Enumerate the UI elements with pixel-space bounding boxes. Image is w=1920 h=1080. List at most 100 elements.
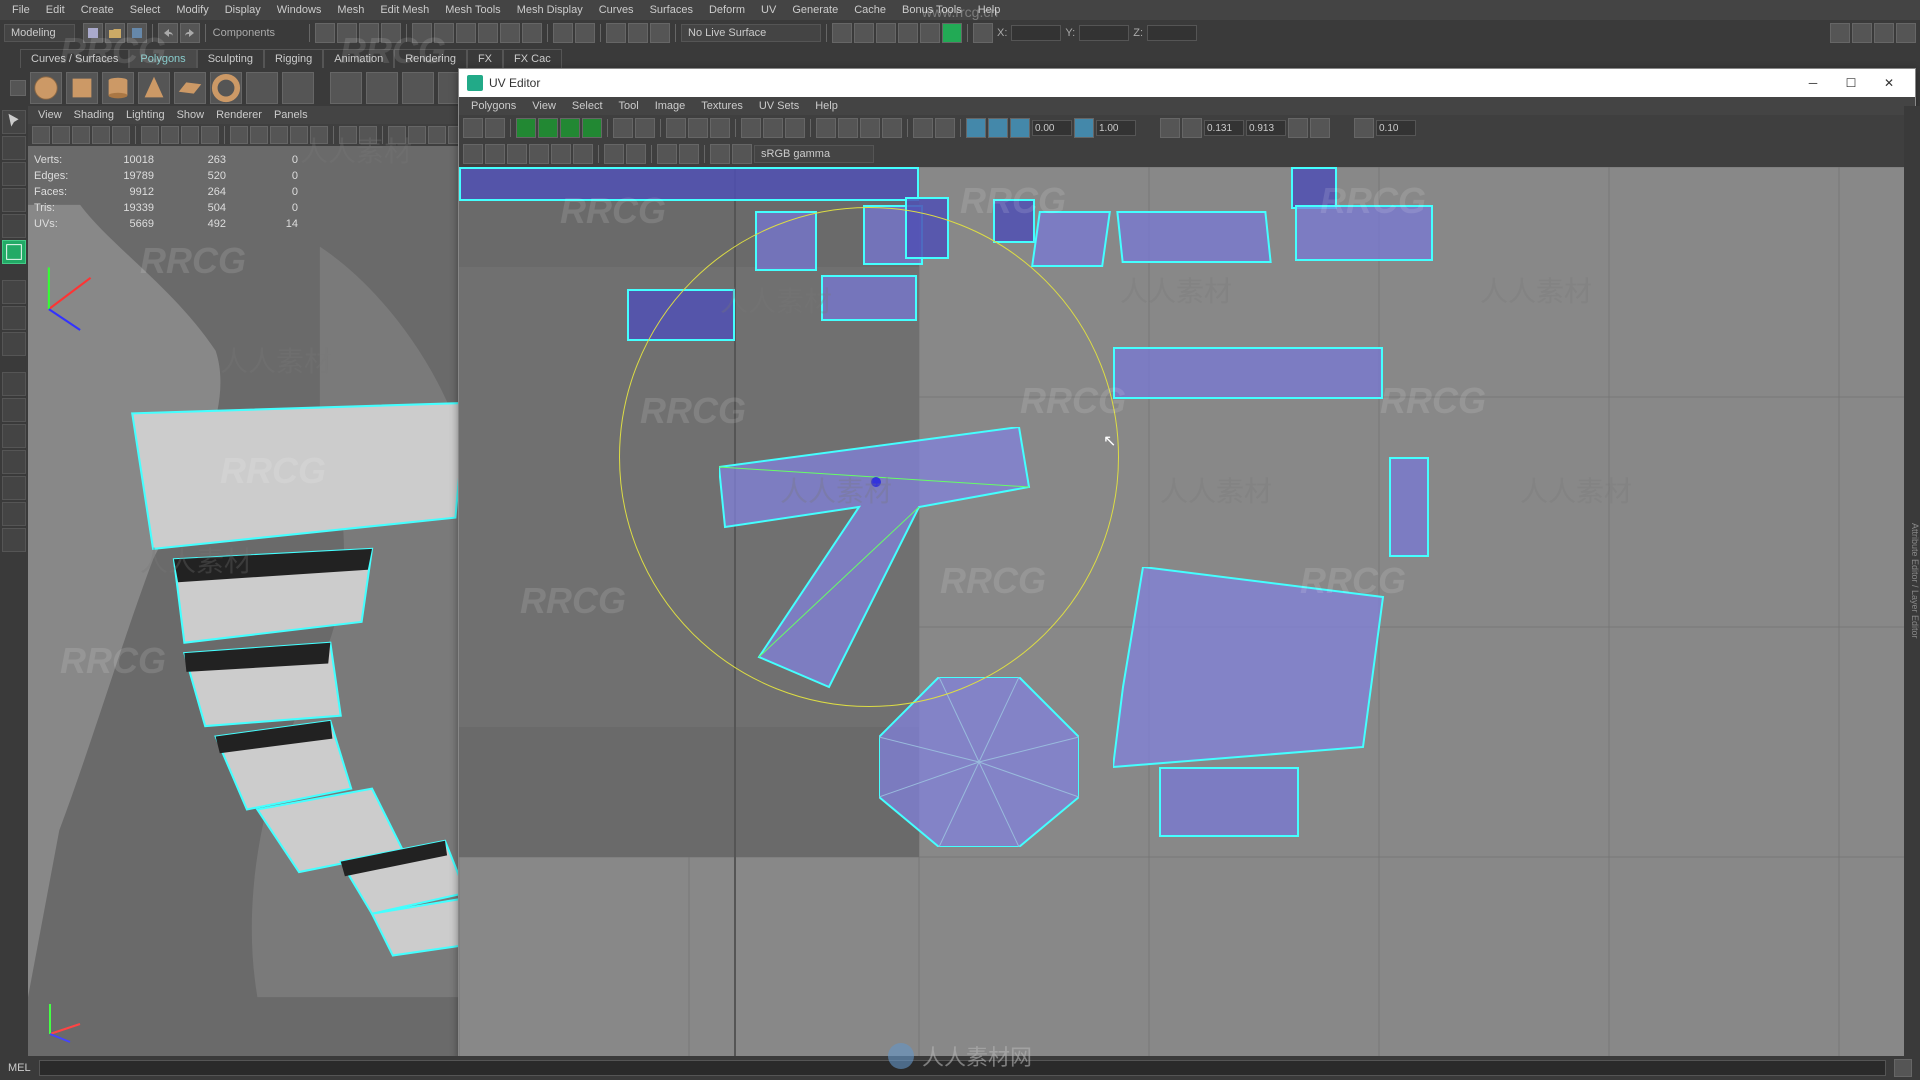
uv-snap-button[interactable]: [741, 118, 761, 138]
lasso-tool[interactable]: [2, 136, 26, 160]
layout-two-h-button[interactable]: [2, 424, 26, 448]
layout-four-button[interactable]: [2, 398, 26, 422]
uv-align-v-min-button[interactable]: [860, 118, 880, 138]
snap-live-button[interactable]: [522, 23, 542, 43]
menu-create[interactable]: Create: [73, 4, 122, 16]
uv-layout-button[interactable]: [710, 118, 730, 138]
select-tool[interactable]: [2, 110, 26, 134]
uv-menu polygons[interactable]: Polygons: [463, 100, 524, 112]
uv-rotate-ccw-button[interactable]: [560, 118, 580, 138]
uv-menu-textures[interactable]: Textures: [693, 100, 751, 112]
uv-cut-button[interactable]: [613, 118, 633, 138]
shelf-toggle-button[interactable]: [10, 80, 26, 96]
close-button[interactable]: ✕: [1871, 71, 1907, 95]
poly-pyramid-button[interactable]: [246, 72, 278, 104]
menu-surfaces[interactable]: Surfaces: [642, 4, 701, 16]
uv-shell[interactable]: [1291, 167, 1337, 209]
menu-help[interactable]: Help: [970, 4, 1009, 16]
uv-shell[interactable]: [1295, 205, 1433, 261]
redo-button[interactable]: [180, 23, 200, 43]
snap-grid-button[interactable]: [434, 23, 454, 43]
shelf-tab-fx[interactable]: FX: [467, 49, 503, 68]
uv-menu-tool[interactable]: Tool: [611, 100, 647, 112]
uv-menu-help[interactable]: Help: [807, 100, 846, 112]
uv-stack-button[interactable]: [785, 118, 805, 138]
y-input[interactable]: [1079, 25, 1129, 41]
vp-camera-button[interactable]: [32, 126, 50, 144]
uv-pixel-snap-button[interactable]: [1160, 118, 1180, 138]
uv-dim-button[interactable]: [935, 118, 955, 138]
vp-isolate-button[interactable]: [339, 126, 357, 144]
scale-tool[interactable]: [2, 240, 26, 264]
script-editor-button[interactable]: [1894, 1059, 1912, 1077]
vp-grid-button[interactable]: [141, 126, 159, 144]
uv-shell[interactable]: [1113, 567, 1393, 787]
layout-1-button[interactable]: [1830, 23, 1850, 43]
poly-cube-button[interactable]: [66, 72, 98, 104]
rotate-tool[interactable]: [2, 214, 26, 238]
vp-menu-view[interactable]: View: [32, 109, 68, 121]
vp-smooth-shade-button[interactable]: [250, 126, 268, 144]
xgen-button[interactable]: [832, 23, 852, 43]
vp-lights-button[interactable]: [290, 126, 308, 144]
undo-button[interactable]: [158, 23, 178, 43]
uv-align-u-max-button[interactable]: [838, 118, 858, 138]
uv-frame-all-button[interactable]: [604, 144, 624, 164]
menu-edit-mesh[interactable]: Edit Mesh: [372, 4, 437, 16]
poly-cylinder-button[interactable]: [102, 72, 134, 104]
uv-shell[interactable]: [1389, 457, 1429, 557]
layout-single-button[interactable]: [2, 372, 26, 396]
menu-deform[interactable]: Deform: [701, 4, 753, 16]
shelf-tab-rendering[interactable]: Rendering: [394, 49, 467, 68]
uv-menu-select[interactable]: Select: [564, 100, 611, 112]
save-scene-button[interactable]: [127, 23, 147, 43]
channel-box-tab[interactable]: Attribute Editor / Layer Editor: [1904, 106, 1920, 1056]
uv-frame-sel-button[interactable]: [626, 144, 646, 164]
construction-history-button[interactable]: [575, 23, 595, 43]
vp-ao-button[interactable]: [388, 126, 406, 144]
shelf-tab-polygons[interactable]: Polygons: [129, 49, 196, 68]
vp-xray-button[interactable]: [359, 126, 377, 144]
poly-sphere-button[interactable]: [30, 72, 62, 104]
uv-menu-uvsets[interactable]: UV Sets: [751, 100, 807, 112]
menu-select[interactable]: Select: [122, 4, 169, 16]
uv-shell[interactable]: [1031, 211, 1111, 267]
axis-gizmo[interactable]: [40, 994, 90, 1044]
bullet-button[interactable]: [942, 23, 962, 43]
uv-texture-button[interactable]: [1010, 118, 1030, 138]
arnold-button[interactable]: [854, 23, 874, 43]
snap-point-button[interactable]: [478, 23, 498, 43]
menu-edit[interactable]: Edit: [38, 4, 73, 16]
ipr-button[interactable]: [628, 23, 648, 43]
uv-u-input[interactable]: [1032, 120, 1072, 136]
live-surface-dropdown[interactable]: No Live Surface: [681, 24, 821, 42]
uv-shade-button[interactable]: [966, 118, 986, 138]
uv-shaded-button[interactable]: [507, 144, 527, 164]
uv-align-u-min-button[interactable]: [816, 118, 836, 138]
uv-lattice-button[interactable]: [463, 118, 483, 138]
uv-preserve-button[interactable]: [1182, 118, 1202, 138]
uv-shell[interactable]: [993, 199, 1035, 243]
vp-shadows-button[interactable]: [310, 126, 328, 144]
uv-sew-button[interactable]: [635, 118, 655, 138]
menu-display[interactable]: Display: [217, 4, 269, 16]
uv-orient-button[interactable]: [763, 118, 783, 138]
uv-flip-v-button[interactable]: [538, 118, 558, 138]
menu-file[interactable]: File: [4, 4, 38, 16]
uv-v-input[interactable]: [1096, 120, 1136, 136]
menu-curves[interactable]: Curves: [591, 4, 642, 16]
uv-menu-image[interactable]: Image: [647, 100, 694, 112]
poly-plane-button[interactable]: [174, 72, 206, 104]
shelf-tab-curves[interactable]: Curves / Surfaces: [20, 49, 129, 68]
uv-paste-button[interactable]: [1310, 118, 1330, 138]
render-button[interactable]: [606, 23, 626, 43]
symmetry-tool[interactable]: [2, 332, 26, 356]
uv-flip-u-button[interactable]: [516, 118, 536, 138]
layout-three-button[interactable]: [2, 476, 26, 500]
menu-mesh-tools[interactable]: Mesh Tools: [437, 4, 508, 16]
uv-copy-button[interactable]: [1288, 118, 1308, 138]
uv-coord-u-input[interactable]: [1204, 120, 1244, 136]
shelf-tab-sculpting[interactable]: Sculpting: [197, 49, 264, 68]
uv-align-v-max-button[interactable]: [882, 118, 902, 138]
uv-isolate-button[interactable]: [463, 144, 483, 164]
